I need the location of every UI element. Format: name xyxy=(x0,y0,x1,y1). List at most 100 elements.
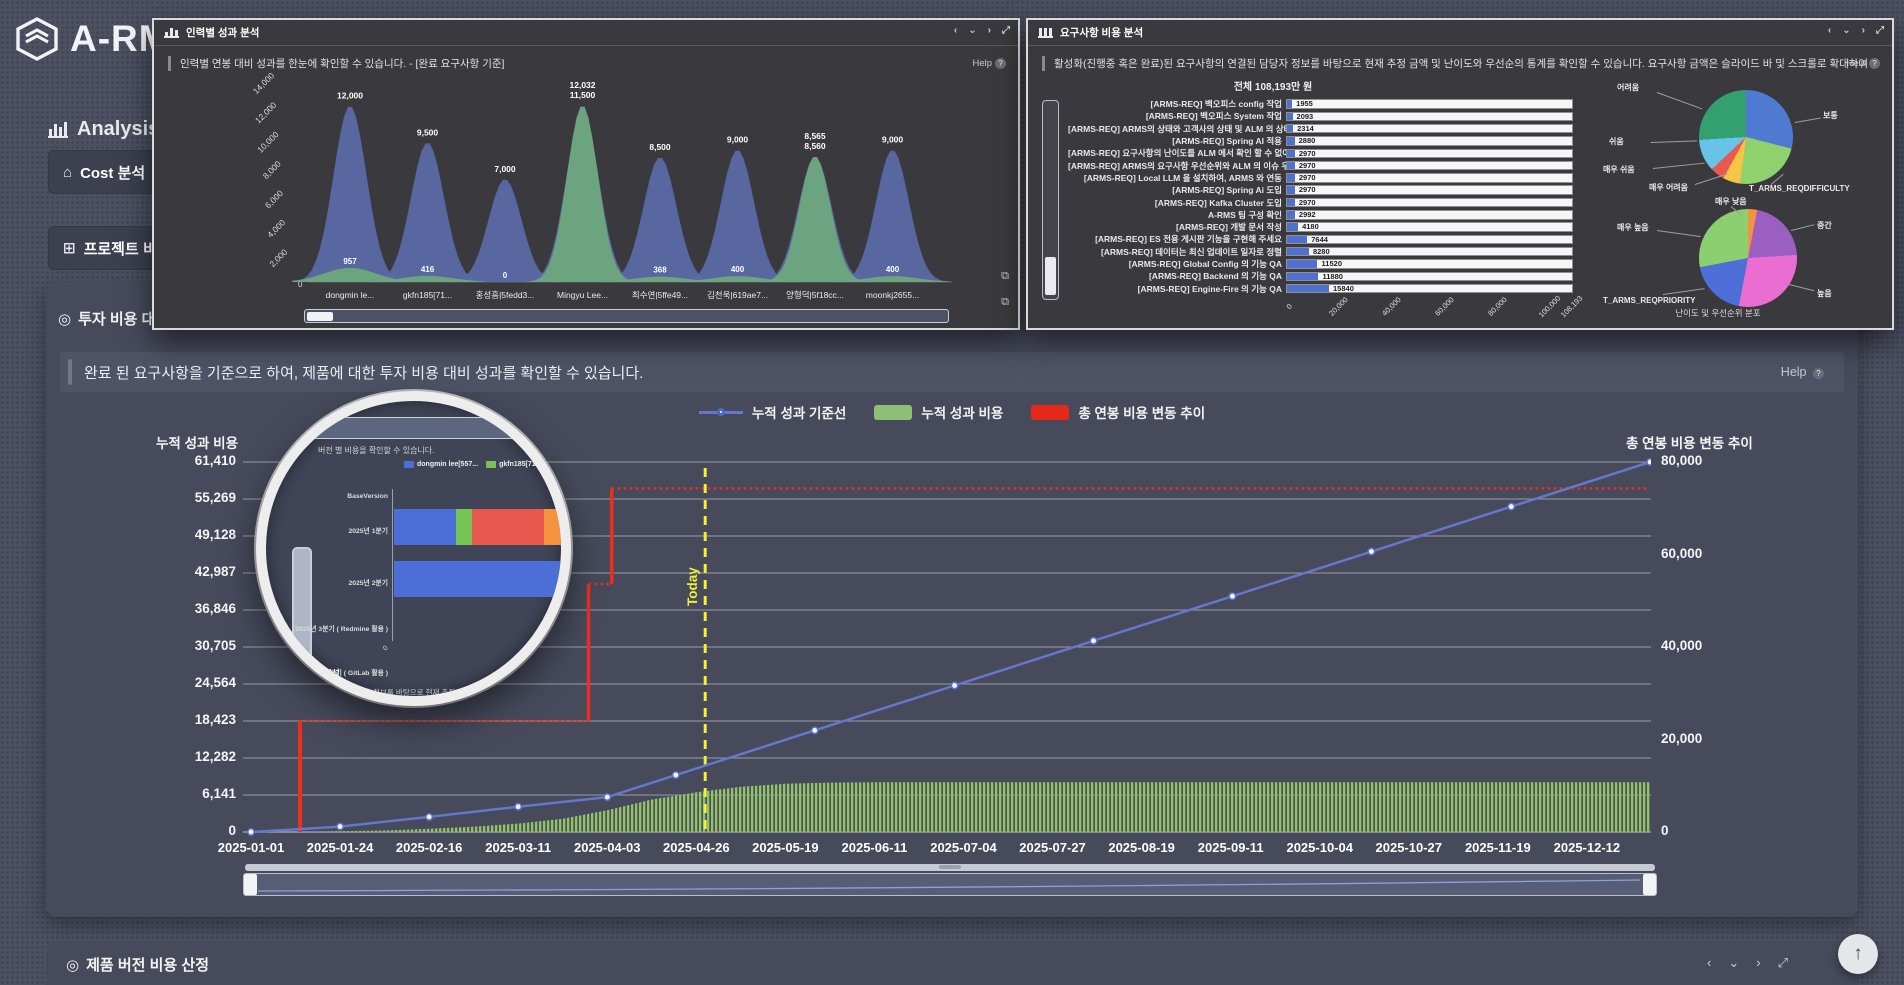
panel-collapse-button[interactable]: ⌄ xyxy=(968,25,976,36)
requirement-bar-track[interactable]: 2880 xyxy=(1286,136,1573,146)
pie-slice-label: 쉬움 xyxy=(1609,136,1624,147)
restore-icon[interactable]: ⧉ xyxy=(1001,270,1009,283)
requirement-value: 1955 xyxy=(1296,100,1313,108)
left-axis-tick: 24,564 xyxy=(106,675,236,690)
bar-segment xyxy=(544,509,571,545)
pie-connector-icon xyxy=(1695,174,1728,185)
cost-analysis-button[interactable]: ⌂ Cost 분석 xyxy=(48,150,166,194)
requirement-value: 2880 xyxy=(1299,137,1316,145)
svg-text:Mingyu Lee...: Mingyu Lee... xyxy=(557,290,608,300)
right-axis-tick: 0 xyxy=(1661,823,1669,838)
requirement-bar-track[interactable]: 2970 xyxy=(1286,161,1573,171)
panel-next-button[interactable]: › xyxy=(1756,955,1760,971)
legend-performance-cost[interactable]: 누적 성과 비용 xyxy=(874,402,1003,422)
requirement-label: [ARMS-REQ] Spring AI 적용 xyxy=(1068,135,1286,147)
legend-salary-trend[interactable]: 총 연봉 비용 변동 추이 xyxy=(1031,402,1205,422)
scrollbar-handle[interactable] xyxy=(307,312,333,321)
requirement-bar-fill xyxy=(1287,285,1329,293)
date-axis-tick: 2025-04-26 xyxy=(663,840,730,855)
panel-prev-button[interactable]: ‹ xyxy=(954,25,957,36)
requirement-bar-track[interactable]: 7644 xyxy=(1286,235,1573,245)
requirement-row: [ARMS-REQ] 요구사항의 난이도를 ALM 에서 확인 할 수 없어서.… xyxy=(1068,147,1588,159)
pie-slice-label: 어려움 xyxy=(1617,82,1639,93)
requirement-row: [ARMS-REQ] ARMS의 요구사항 우선순위와 ALM 의 이슈 우선순… xyxy=(1068,159,1588,171)
requirement-bar-track[interactable]: 11880 xyxy=(1286,272,1573,282)
legend-performance-label: 누적 성과 비용 xyxy=(921,402,1003,422)
svg-text:11,500: 11,500 xyxy=(570,90,596,100)
svg-text:957: 957 xyxy=(343,257,357,266)
date-axis-tick: 2025-11-19 xyxy=(1465,840,1531,855)
scrollbar-right-handle[interactable] xyxy=(1643,874,1656,895)
requirement-bar-track[interactable]: 2970 xyxy=(1286,173,1573,183)
svg-text:Today: Today xyxy=(685,567,700,606)
svg-text:최수연|5ffe49...: 최수연|5ffe49... xyxy=(632,290,688,300)
difficulty-pie-chart[interactable]: 어려움보통쉬움매우 쉬움매우 어려움T_ARMS_REQDIFFICULTY xyxy=(1603,80,1893,198)
investment-help-button[interactable]: Help ? xyxy=(1781,365,1824,379)
requirement-bar-track[interactable]: 15840 xyxy=(1286,284,1573,294)
requirement-row: [ARMS-REQ] 개발 문서 작성4180 xyxy=(1068,221,1588,233)
requirement-bar-track[interactable]: 2970 xyxy=(1286,185,1573,195)
pie-connector-icon xyxy=(1795,117,1821,122)
investment-panel-title: 투자 비용 대 xyxy=(78,308,155,329)
scrollbar-minimap[interactable] xyxy=(243,873,1657,896)
requirements-panel-header[interactable]: 요구사항 비용 분석 ‹⌄›⤢ xyxy=(1028,20,1892,46)
description-accent-bar xyxy=(68,359,72,385)
panel-collapse-button[interactable]: ⌄ xyxy=(1728,955,1739,971)
panel-collapse-button[interactable]: ⌄ xyxy=(1842,25,1850,36)
priority-pie-chart[interactable]: 매우 낮음중간높음T_ARMS_REQPRIORITY매우 높음 xyxy=(1603,196,1893,320)
magnified-xtick-0: 0 xyxy=(382,645,390,653)
project-cost-button[interactable]: ⊞ 프로젝트 비 xyxy=(48,226,166,270)
scrollbar-strip[interactable] xyxy=(245,864,1655,871)
legend-baseline[interactable]: 누적 성과 기준선 xyxy=(699,402,846,422)
panel-next-button[interactable]: › xyxy=(1862,25,1865,36)
requirement-bar-fill xyxy=(1287,248,1309,256)
requirement-bar-track[interactable]: 2970 xyxy=(1286,149,1573,159)
panel-expand-button[interactable]: ⤢ xyxy=(1778,955,1788,971)
date-axis-tick: 2025-08-19 xyxy=(1108,840,1175,855)
product-version-header: ◎ 제품 버전 비용 산정 xyxy=(66,954,209,975)
personnel-panel-header[interactable]: 인력별 성과 분석 ‹⌄›⤢ xyxy=(154,20,1018,46)
scroll-to-top-button[interactable]: ↑ xyxy=(1838,934,1878,974)
scrollbar-grip-icon[interactable] xyxy=(939,865,961,869)
requirements-zoom-slider[interactable] xyxy=(1042,100,1059,300)
requirement-bar-fill xyxy=(1287,113,1293,121)
right-axis-tick: 40,000 xyxy=(1661,638,1702,653)
requirement-bar-track[interactable]: 8280 xyxy=(1286,247,1573,257)
panel-prev-button[interactable]: ‹ xyxy=(1828,25,1831,36)
personnel-bell-chart[interactable]: 2,0004,0006,0008,00010,00012,00014,00001… xyxy=(240,60,964,306)
personnel-help-button[interactable]: Help? xyxy=(972,58,1006,69)
magnifier-overlay[interactable]: 버전 별 비용을 확인할 수 있습니다. dongmin lee[557...g… xyxy=(256,391,571,706)
panel-prev-button[interactable]: ‹ xyxy=(1707,955,1711,971)
legend-salary-label: 총 연봉 비용 변동 추이 xyxy=(1078,402,1205,422)
requirements-help-button[interactable]: Help? xyxy=(1846,58,1880,69)
left-axis-tick: 42,987 xyxy=(106,564,236,579)
requirement-bar-track[interactable]: 1955 xyxy=(1286,99,1573,109)
panel-expand-button[interactable]: ⤢ xyxy=(1876,25,1884,36)
svg-text:2,000: 2,000 xyxy=(267,247,289,269)
copy-icon[interactable]: ⧉ xyxy=(1001,296,1009,309)
svg-text:12,000: 12,000 xyxy=(253,100,279,126)
date-axis-tick: 2025-06-11 xyxy=(842,840,908,855)
pie-slice-label: T_ARMS_REQDIFFICULTY xyxy=(1749,184,1850,193)
requirement-bar-track[interactable]: 2970 xyxy=(1286,198,1573,208)
personnel-chart-scrollbar[interactable] xyxy=(304,309,949,323)
panel-next-button[interactable]: › xyxy=(988,25,991,36)
personnel-corner-icons: ⧉ ⧉ xyxy=(1001,270,1009,309)
magnified-row-label: 2025년 2분기 xyxy=(276,577,388,587)
requirement-bar-track[interactable]: 2992 xyxy=(1286,210,1573,220)
requirement-bar-track[interactable]: 2314 xyxy=(1286,124,1573,134)
requirement-value: 15840 xyxy=(1333,285,1354,293)
panel-expand-button[interactable]: ⤢ xyxy=(1002,25,1010,36)
requirement-label: [ARMS-REQ] Backend 의 기능 QA xyxy=(1068,270,1286,282)
scrollbar-left-handle[interactable] xyxy=(244,874,257,895)
svg-text:moonkj2655...: moonkj2655... xyxy=(866,290,919,300)
investment-panel-description: 완료 된 요구사항을 기준으로 하여, 제품에 대한 투자 비용 대비 성과를 … xyxy=(60,352,1844,392)
product-version-panel: ◎ 제품 버전 비용 산정 ‹ ⌄ › ⤢ xyxy=(46,941,1858,985)
slider-handle[interactable] xyxy=(1045,257,1056,295)
magnified-row-label: 2025년 1분기 xyxy=(276,525,388,535)
chart-horizontal-scrollbar[interactable] xyxy=(243,864,1657,896)
requirement-bar-track[interactable]: 2093 xyxy=(1286,112,1573,122)
requirement-bar-track[interactable]: 11520 xyxy=(1286,259,1573,269)
bar-segment xyxy=(394,561,571,597)
requirement-bar-track[interactable]: 4180 xyxy=(1286,222,1573,232)
